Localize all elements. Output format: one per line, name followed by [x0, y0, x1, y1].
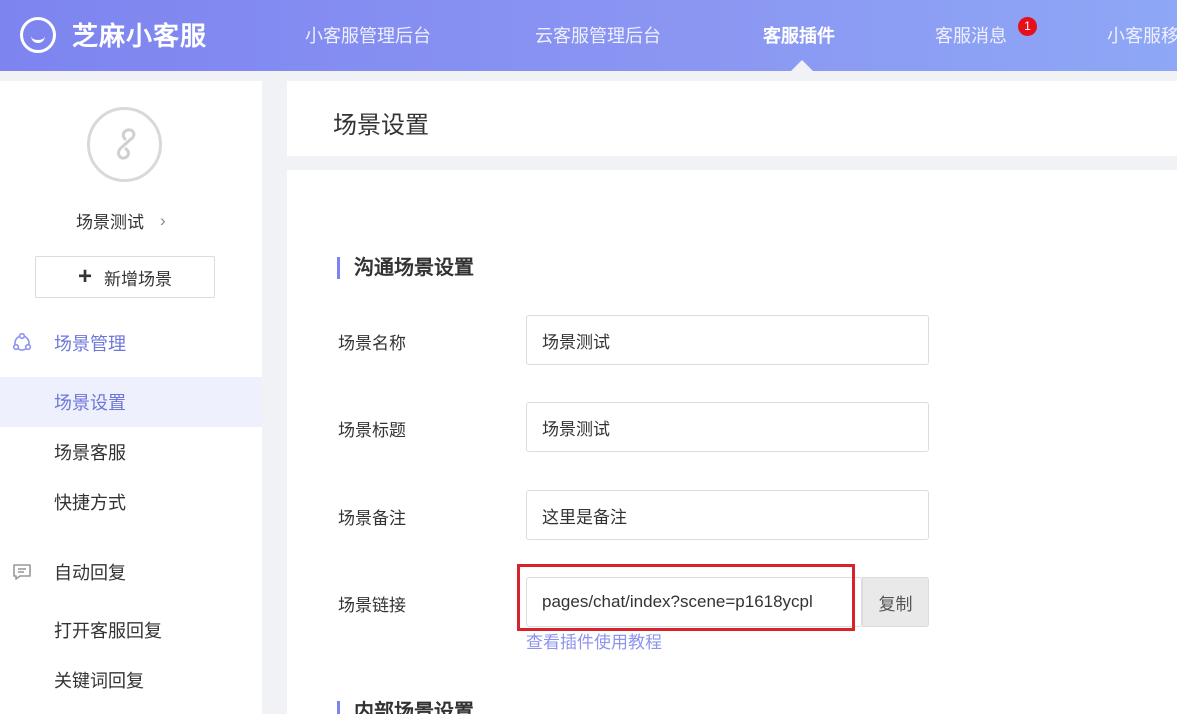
sidebar-item-shortcuts[interactable]: 快捷方式	[0, 477, 262, 527]
scene-note-input[interactable]: 这里是备注	[526, 490, 929, 540]
plus-icon: +	[77, 263, 92, 290]
nav-item-mobile[interactable]: 小客服移	[1107, 22, 1177, 48]
sidebar-item-label: 打开客服回复	[54, 621, 162, 641]
scene-name-input[interactable]: 场景测试	[526, 315, 929, 365]
scene-title-input[interactable]: 场景测试	[526, 402, 929, 452]
copy-link-button[interactable]: 复制	[862, 577, 929, 627]
scene-name-label: 场景名称	[338, 334, 406, 353]
plugin-tutorial-link[interactable]: 查看插件使用教程	[526, 628, 662, 653]
nav-item-mini-admin[interactable]: 小客服管理后台	[305, 22, 431, 48]
chevron-right-icon[interactable]: ›	[160, 211, 166, 231]
nav-item-plugin[interactable]: 客服插件	[763, 22, 835, 48]
scene-settings-form: 沟通场景设置 场景名称 场景测试 场景标题 场景测试 场景备注 这里是备注 场景…	[287, 170, 1177, 714]
add-scene-button[interactable]: + 新增场景	[35, 256, 215, 298]
sidebar-item-label: 快捷方式	[54, 493, 126, 513]
link-highlight-box	[517, 564, 855, 631]
sidebar: 场景测试 › + 新增场景 场景管理 场景设置 场景客服 快捷方式 自动回复 打…	[0, 81, 262, 714]
page-title: 场景设置	[333, 112, 429, 139]
menu-group-auto-reply[interactable]: 自动回复	[0, 552, 262, 592]
sidebar-item-label: 场景设置	[54, 393, 126, 413]
logo-icon	[20, 16, 56, 53]
page-header: 场景设置	[287, 81, 1177, 156]
sidebar-item-keyword-reply[interactable]: 关键词回复	[0, 655, 262, 705]
sidebar-item-scene-settings[interactable]: 场景设置	[0, 377, 262, 427]
sidebar-item-open-reply[interactable]: 打开客服回复	[0, 605, 262, 655]
top-navbar: 芝麻小客服 小客服管理后台 云客服管理后台 客服插件 客服消息 1 小客服移	[0, 0, 1177, 71]
message-icon	[13, 564, 31, 580]
nav-item-messages[interactable]: 客服消息	[935, 22, 1007, 48]
app-logo-text: 芝麻小客服	[72, 21, 208, 51]
current-scene-name[interactable]: 场景测试	[76, 208, 144, 233]
section-title-internal: 内部场景设置	[337, 701, 474, 714]
message-count-badge: 1	[1018, 17, 1037, 36]
miniprogram-avatar	[87, 107, 162, 182]
menu-group-scene-management[interactable]: 场景管理	[0, 323, 262, 363]
sidebar-item-scene-agents[interactable]: 场景客服	[0, 427, 262, 477]
scene-management-icon	[12, 332, 32, 351]
add-scene-label: 新增场景	[104, 269, 172, 289]
menu-group-label: 场景管理	[54, 334, 126, 354]
scene-note-label: 场景备注	[338, 509, 406, 528]
app-logo[interactable]: 芝麻小客服	[20, 16, 207, 53]
active-nav-caret	[791, 60, 813, 71]
menu-group-label: 自动回复	[54, 563, 126, 583]
sidebar-item-label: 关键词回复	[54, 671, 144, 691]
miniprogram-icon	[117, 128, 136, 160]
section-title-communication: 沟通场景设置	[337, 257, 474, 279]
sidebar-item-label: 场景客服	[54, 443, 126, 463]
scene-title-label: 场景标题	[338, 421, 406, 440]
nav-item-cloud-admin[interactable]: 云客服管理后台	[535, 22, 661, 48]
scene-link-label: 场景链接	[338, 596, 406, 615]
